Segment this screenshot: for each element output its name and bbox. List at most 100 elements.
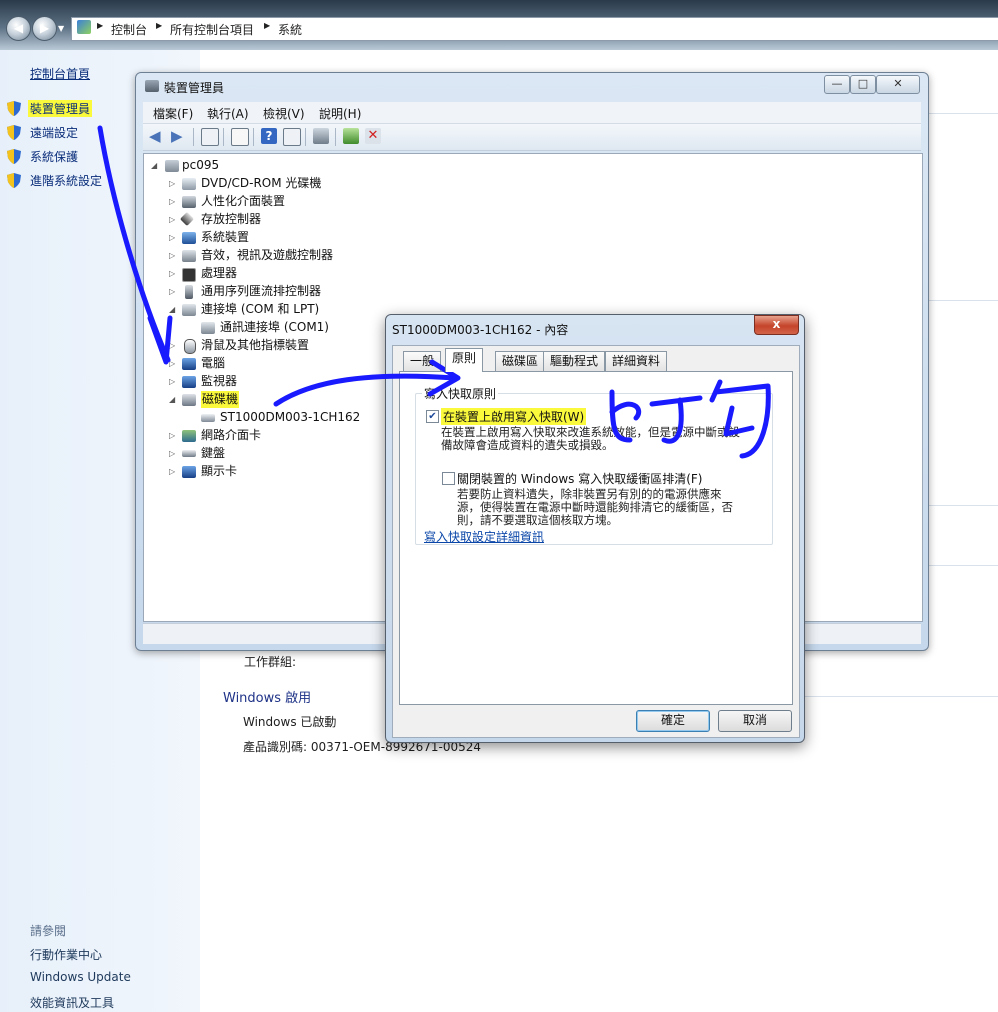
windows-update-link[interactable]: Windows Update bbox=[30, 970, 131, 984]
expand-arrow-icon[interactable]: ▷ bbox=[169, 211, 175, 228]
menu-view[interactable]: 檢視(V) bbox=[263, 105, 305, 122]
expand-arrow-icon[interactable]: ▷ bbox=[169, 373, 175, 390]
toolbar-separator bbox=[335, 128, 336, 146]
shield-icon bbox=[7, 125, 21, 140]
tab-driver[interactable]: 驅動程式 bbox=[543, 351, 606, 371]
recent-pages-chevron-icon[interactable]: ▼ bbox=[58, 24, 64, 33]
expand-arrow-icon[interactable]: ▷ bbox=[169, 283, 175, 300]
tab-general[interactable]: 一般 bbox=[403, 351, 442, 371]
tree-item[interactable]: 鍵盤 bbox=[201, 445, 225, 462]
advanced-system-settings-link[interactable]: 進階系統設定 bbox=[30, 172, 102, 189]
expand-arrow-icon[interactable]: ▷ bbox=[169, 229, 175, 246]
mouse-icon bbox=[184, 339, 196, 354]
back-button[interactable]: ◀ bbox=[6, 16, 31, 41]
system-device-icon bbox=[182, 232, 196, 244]
disk-properties-dialog[interactable]: ST1000DM003-1CH162 - 內容 x 一般 原則 磁碟區 驅動程式… bbox=[385, 314, 805, 743]
scan-hardware-icon[interactable] bbox=[313, 128, 329, 144]
tree-item[interactable]: 音效，視訊及遊戲控制器 bbox=[201, 247, 333, 264]
write-caching-info-link[interactable]: 寫入快取設定詳細資訊 bbox=[424, 528, 544, 545]
forward-arrow-icon[interactable]: ▶ bbox=[171, 128, 187, 144]
enable-write-caching-checkbox[interactable]: ✔ bbox=[426, 410, 439, 423]
tree-item[interactable]: 網路介面卡 bbox=[201, 427, 261, 444]
tree-item-st1000dm003[interactable]: ST1000DM003-1CH162 bbox=[220, 409, 360, 426]
device-manager-link[interactable]: 裝置管理員 bbox=[28, 100, 93, 117]
expand-arrow-icon[interactable]: ▷ bbox=[169, 175, 175, 192]
control-panel-home-link[interactable]: 控制台首頁 bbox=[30, 65, 90, 82]
option2-description-line3: 則，請不要選取這個核取方塊。 bbox=[457, 513, 618, 527]
breadcrumb-system[interactable]: 系統 bbox=[278, 21, 302, 38]
menu-help[interactable]: 說明(H) bbox=[319, 105, 361, 122]
tree-item[interactable]: 系統裝置 bbox=[201, 229, 249, 246]
help-icon[interactable]: ? bbox=[261, 128, 277, 144]
turn-off-buffer-flushing-label[interactable]: 關閉裝置的 Windows 寫入快取緩衝區排清(F) bbox=[457, 470, 702, 487]
tree-root-pc095[interactable]: pc095 bbox=[182, 157, 219, 174]
menu-file[interactable]: 檔案(F) bbox=[153, 105, 193, 122]
expand-arrow-icon[interactable]: ▷ bbox=[169, 427, 175, 444]
expand-arrow-icon[interactable]: ▷ bbox=[169, 265, 175, 282]
expand-arrow-icon[interactable]: ▷ bbox=[169, 337, 175, 354]
tree-item[interactable]: 通用序列匯流排控制器 bbox=[201, 283, 321, 300]
see-also-heading: 請參閱 bbox=[30, 924, 67, 938]
section-divider bbox=[928, 505, 998, 506]
expand-arrow-icon[interactable]: ▷ bbox=[169, 445, 175, 462]
collapse-arrow-icon[interactable]: ◢ bbox=[151, 157, 157, 174]
port-icon bbox=[182, 304, 196, 316]
address-bar[interactable]: ▶ 控制台 ▶ 所有控制台項目 ▶ 系統 bbox=[71, 17, 998, 41]
tab-policies[interactable]: 原則 bbox=[445, 348, 484, 372]
performance-tools-link[interactable]: 效能資訊及工具 bbox=[30, 994, 114, 1011]
maximize-button[interactable]: □ bbox=[850, 75, 876, 94]
dialog-title: ST1000DM003-1CH162 - 內容 bbox=[392, 323, 569, 337]
tree-item-disk-drives[interactable]: 磁碟機 bbox=[201, 391, 240, 408]
usb-icon bbox=[185, 285, 193, 299]
expand-arrow-icon[interactable]: ▷ bbox=[169, 463, 175, 480]
breadcrumb-separator-icon: ▶ bbox=[97, 21, 104, 30]
toolbar: ◀ ▶ ? ✕ bbox=[143, 124, 921, 151]
properties-icon[interactable] bbox=[231, 128, 249, 146]
expand-arrow-icon[interactable]: ▷ bbox=[169, 355, 175, 372]
close-button[interactable]: x bbox=[754, 315, 799, 335]
policies-tab-panel: 寫入快取原則 ✔ 在裝置上啟用寫入快取(W) 在裝置上啟用寫入快取來改進系統效能… bbox=[399, 371, 793, 705]
cancel-button[interactable]: 取消 bbox=[718, 710, 792, 732]
control-panel-icon bbox=[77, 20, 91, 34]
view-icon[interactable] bbox=[283, 128, 301, 146]
back-arrow-icon[interactable]: ◀ bbox=[149, 128, 165, 144]
expand-arrow-icon[interactable]: ▷ bbox=[169, 193, 175, 210]
minimize-button[interactable]: — bbox=[824, 75, 850, 94]
close-button[interactable]: ✕ bbox=[876, 75, 920, 94]
enable-write-caching-label[interactable]: 在裝置上啟用寫入快取(W) bbox=[441, 408, 587, 425]
tab-details[interactable]: 詳細資料 bbox=[605, 351, 668, 371]
shield-icon bbox=[7, 173, 21, 188]
tree-item[interactable]: 人性化介面裝置 bbox=[201, 193, 285, 210]
collapse-arrow-icon[interactable]: ◢ bbox=[169, 391, 175, 408]
tree-item[interactable]: 存放控制器 bbox=[201, 211, 261, 228]
turn-off-buffer-flushing-checkbox[interactable] bbox=[442, 472, 455, 485]
section-divider bbox=[805, 696, 998, 697]
ok-button[interactable]: 確定 bbox=[636, 710, 710, 732]
toolbar-separator bbox=[223, 128, 224, 146]
tree-item[interactable]: 通訊連接埠 (COM1) bbox=[220, 319, 329, 336]
tab-volumes[interactable]: 磁碟區 bbox=[495, 351, 546, 371]
remote-settings-link[interactable]: 遠端設定 bbox=[30, 124, 78, 141]
collapse-arrow-icon[interactable]: ◢ bbox=[169, 301, 175, 318]
tree-item[interactable]: DVD/CD-ROM 光碟機 bbox=[201, 175, 321, 192]
expand-arrow-icon[interactable]: ▷ bbox=[169, 247, 175, 264]
breadcrumb-control-panel[interactable]: 控制台 bbox=[111, 21, 147, 38]
tree-item[interactable]: 滑鼠及其他指標裝置 bbox=[201, 337, 309, 354]
toolbar-separator bbox=[193, 128, 194, 146]
show-hide-console-tree-icon[interactable] bbox=[201, 128, 219, 146]
hid-icon bbox=[182, 196, 196, 208]
system-protection-link[interactable]: 系統保護 bbox=[30, 148, 78, 165]
tree-item[interactable]: 處理器 bbox=[201, 265, 237, 282]
update-driver-icon[interactable] bbox=[343, 128, 359, 144]
tree-item[interactable]: 電腦 bbox=[201, 355, 225, 372]
forward-button[interactable]: ▶ bbox=[32, 16, 57, 41]
shield-icon bbox=[7, 101, 21, 116]
tree-item[interactable]: 顯示卡 bbox=[201, 463, 237, 480]
breadcrumb-all-items[interactable]: 所有控制台項目 bbox=[170, 21, 254, 38]
hard-disk-icon bbox=[201, 414, 215, 422]
tree-item[interactable]: 監視器 bbox=[201, 373, 237, 390]
tree-item[interactable]: 連接埠 (COM 和 LPT) bbox=[201, 301, 319, 318]
uninstall-icon[interactable]: ✕ bbox=[365, 128, 381, 144]
menu-action[interactable]: 執行(A) bbox=[207, 105, 249, 122]
action-center-link[interactable]: 行動作業中心 bbox=[30, 946, 102, 963]
